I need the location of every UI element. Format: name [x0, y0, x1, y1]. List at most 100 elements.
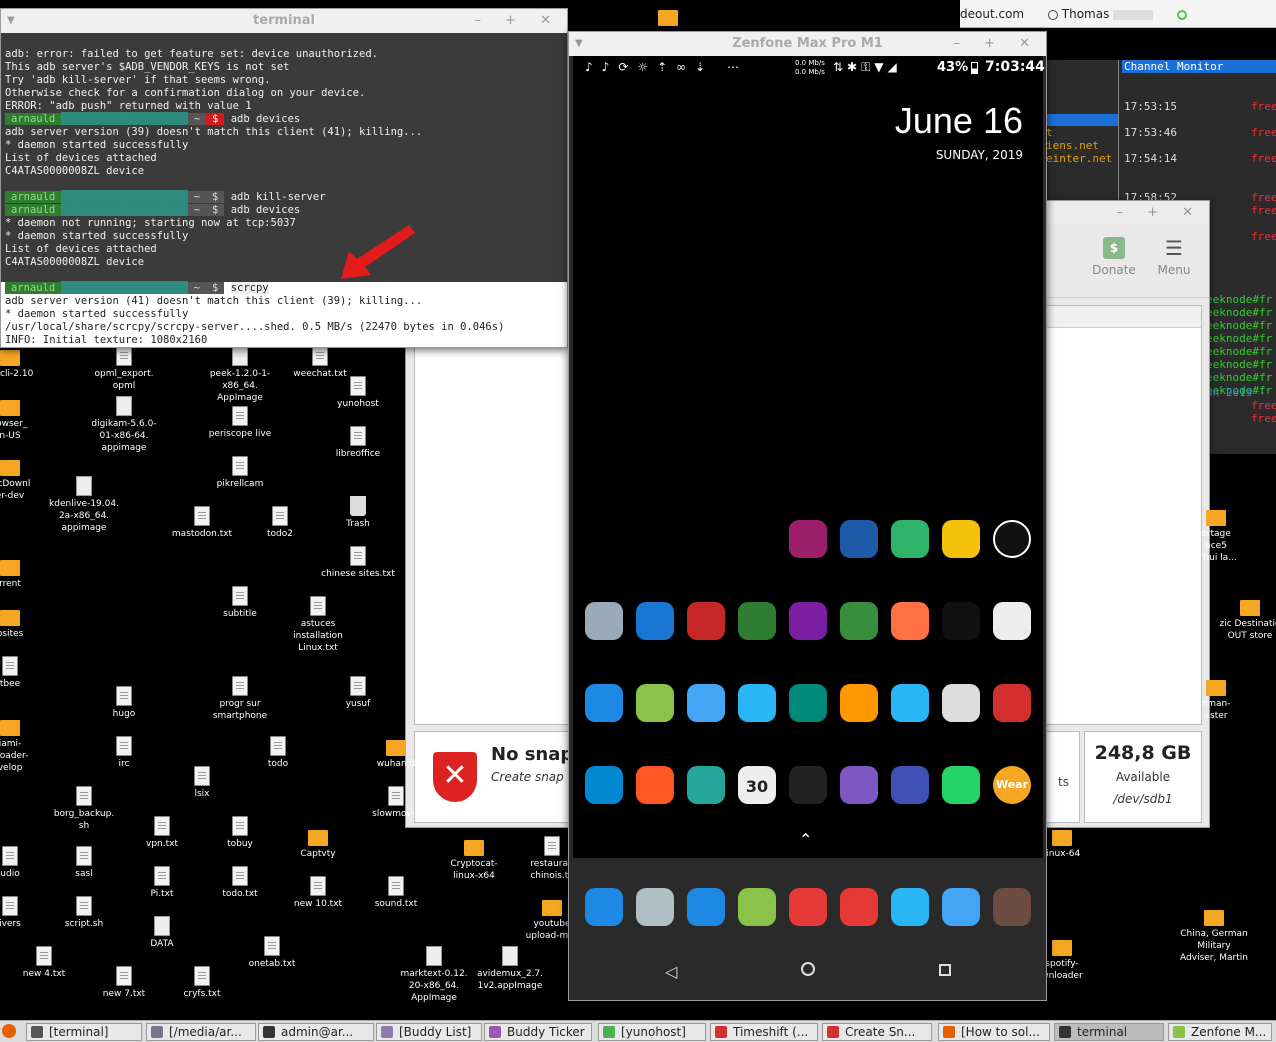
menu-button[interactable]: ☰ Menu [1152, 237, 1196, 277]
nav-back-button[interactable]: ◁ [665, 962, 677, 981]
desktop-icon[interactable]: nman- aster [1176, 676, 1256, 722]
terminal-output[interactable]: adb: error: failed to get feature set: d… [1, 33, 567, 347]
camera-icon[interactable] [687, 888, 725, 926]
download-icon[interactable] [687, 766, 725, 804]
terminal-window[interactable]: ▼ terminal – + ✕ adb: error: failed to g… [0, 8, 568, 348]
window-controls[interactable]: – + ✕ [474, 9, 561, 33]
desktop-icon[interactable]: bsites [0, 606, 50, 640]
taskbar-item[interactable]: Create Sn... [822, 1023, 932, 1041]
taskbar-item[interactable]: Buddy Ticker [484, 1023, 592, 1041]
kde-connect-icon[interactable] [789, 766, 827, 804]
desktop-icon[interactable]: yunohost [318, 376, 398, 410]
phone-screen[interactable]: ♪♪⟳☼⇡∞⇣ ⋯ 0.0 Mb/s 0.0 Mb/s ⇅✱⚿▼◢ 43% 7:0… [573, 56, 1045, 998]
taskbar-item[interactable]: Zenfone M... [1168, 1023, 1272, 1041]
desktop-icon[interactable]: sound.txt [356, 876, 436, 910]
window-menu-icon[interactable]: ▼ [575, 32, 583, 56]
mail-icon[interactable] [942, 684, 980, 722]
telegram-icon[interactable] [891, 888, 929, 926]
desktop-icon[interactable]: peek-1.2.0-1- x86_64. AppImage [200, 346, 280, 404]
desktop-icon[interactable]: yusuf [318, 676, 398, 710]
taskbar-item[interactable]: admin@ar... [258, 1023, 374, 1041]
phone-icon[interactable] [585, 888, 623, 926]
search-app-icon[interactable] [738, 684, 776, 722]
desktop-icon[interactable]: irc [84, 736, 164, 770]
window-menu-icon[interactable]: ▼ [7, 9, 15, 33]
vault-icon[interactable] [840, 766, 878, 804]
calendar-icon[interactable]: 30 [738, 766, 776, 804]
window-controls[interactable]: – + ✕ [1116, 201, 1203, 225]
desktop-icon[interactable]: digikam-5.6.0- 01-x86-64. appimage [84, 396, 164, 454]
desktop-icon[interactable]: hugo [84, 686, 164, 720]
rail-icon[interactable] [789, 888, 827, 926]
desktop-icon[interactable]: tobuy [200, 816, 280, 850]
desktop-icon[interactable]: pikrellcam [200, 456, 280, 490]
tusky-icon[interactable] [891, 602, 929, 640]
desktop-icon[interactable]: astuces installation Linux.txt [278, 596, 358, 654]
desktop-icon[interactable]: progr sur smartphone [200, 676, 280, 722]
vlc-icon[interactable] [585, 602, 623, 640]
play-icon[interactable] [993, 684, 1031, 722]
desktop-icon[interactable]: rrent [0, 556, 50, 590]
window-controls[interactable]: – + ✕ [953, 32, 1040, 56]
desktop-icon[interactable]: tbee [0, 656, 50, 690]
desktop-icon[interactable]: todo2 [240, 506, 320, 540]
coffee-icon[interactable] [993, 888, 1031, 926]
phone-titlebar[interactable]: ▼ Zenfone Max Pro M1 – + ✕ [569, 32, 1046, 56]
red-wolf-icon[interactable] [687, 602, 725, 640]
desktop-icon[interactable]: sasl [44, 846, 124, 880]
folder-icon[interactable] [658, 10, 678, 26]
phone-window[interactable]: ▼ Zenfone Max Pro M1 – + ✕ ♪♪⟳☼⇡∞⇣ ⋯ 0.0… [568, 31, 1047, 1001]
sms-icon[interactable] [738, 888, 776, 926]
shield-app-icon[interactable] [636, 766, 674, 804]
desktop-icon[interactable]: mastodon.txt [162, 506, 242, 540]
desktop-icon[interactable]: PicDownl er-dev [0, 456, 50, 502]
desktop-icon[interactable]: todo [238, 736, 318, 770]
nextcloud-icon[interactable] [585, 684, 623, 722]
desktop-icon[interactable]: Trash [318, 496, 398, 530]
desktop-icon[interactable]: borg_backup. sh [44, 786, 124, 832]
dialer-icon[interactable] [942, 520, 980, 558]
donate-button[interactable]: $ Donate [1092, 237, 1136, 277]
email-icon[interactable] [840, 888, 878, 926]
desktop-icon[interactable]: vpn.txt [122, 816, 202, 850]
desktop-icon[interactable]: onetab.txt [232, 936, 312, 970]
weather-icon[interactable] [891, 766, 929, 804]
nav-recents-button[interactable] [939, 964, 951, 976]
cube-icon[interactable] [891, 684, 929, 722]
desktop-icon[interactable]: avidemux_2.7. 1v2.appImage [470, 946, 550, 992]
desktop-icon[interactable]: marktext-0.12. 20-x86_64. AppImage [394, 946, 474, 1004]
desktop-icon[interactable]: new 7.txt [84, 966, 164, 1000]
desktop-icon[interactable]: new 10.txt [278, 876, 358, 910]
desktop-icon[interactable]: Pi.txt [122, 866, 202, 900]
voice-icon[interactable] [636, 602, 674, 640]
desktop-icon[interactable]: China, German Military Adviser, Martin [1174, 906, 1254, 964]
desktop-icon[interactable]: cryfs.txt [162, 966, 242, 1000]
desktop-icon[interactable]: new 4.txt [4, 946, 84, 980]
desktop-icon[interactable]: wuhan d [356, 736, 436, 770]
taskbar-item[interactable]: terminal [1054, 1023, 1164, 1041]
qr-icon[interactable] [993, 602, 1031, 640]
files-icon[interactable] [789, 684, 827, 722]
desktop-icon[interactable]: ivers [0, 896, 50, 930]
antenna-icon[interactable] [585, 766, 623, 804]
desktop-icon[interactable]: lsix [162, 766, 242, 800]
taskbar-item[interactable]: [Buddy List] [376, 1023, 482, 1041]
signal-icon[interactable] [636, 888, 674, 926]
clock-icon[interactable] [993, 520, 1031, 558]
wear-icon[interactable]: Wear [993, 766, 1031, 804]
desktop-icon[interactable]: DATA [122, 916, 202, 950]
terminal-icon[interactable] [942, 602, 980, 640]
nav-home-button[interactable] [801, 962, 815, 976]
speedometer-icon[interactable] [840, 520, 878, 558]
desktop-icon[interactable]: libreoffice [318, 426, 398, 460]
desktop-icon[interactable]: chinese sites.txt [318, 546, 398, 580]
triangle-app-icon[interactable] [687, 684, 725, 722]
desktop-icon[interactable]: xt_cli-2.10 [0, 346, 50, 380]
date-widget[interactable]: June 16 [895, 100, 1023, 142]
android-icon[interactable] [636, 684, 674, 722]
taskbar-item[interactable]: [yunohost] [598, 1023, 706, 1041]
desktop-icon[interactable]: script.sh [44, 896, 124, 930]
desktop-icon[interactable]: udio [0, 846, 50, 880]
desktop-icon[interactable]: rowser_ n-US [0, 396, 50, 442]
app-drawer-arrow[interactable]: ⌃ [799, 830, 812, 849]
